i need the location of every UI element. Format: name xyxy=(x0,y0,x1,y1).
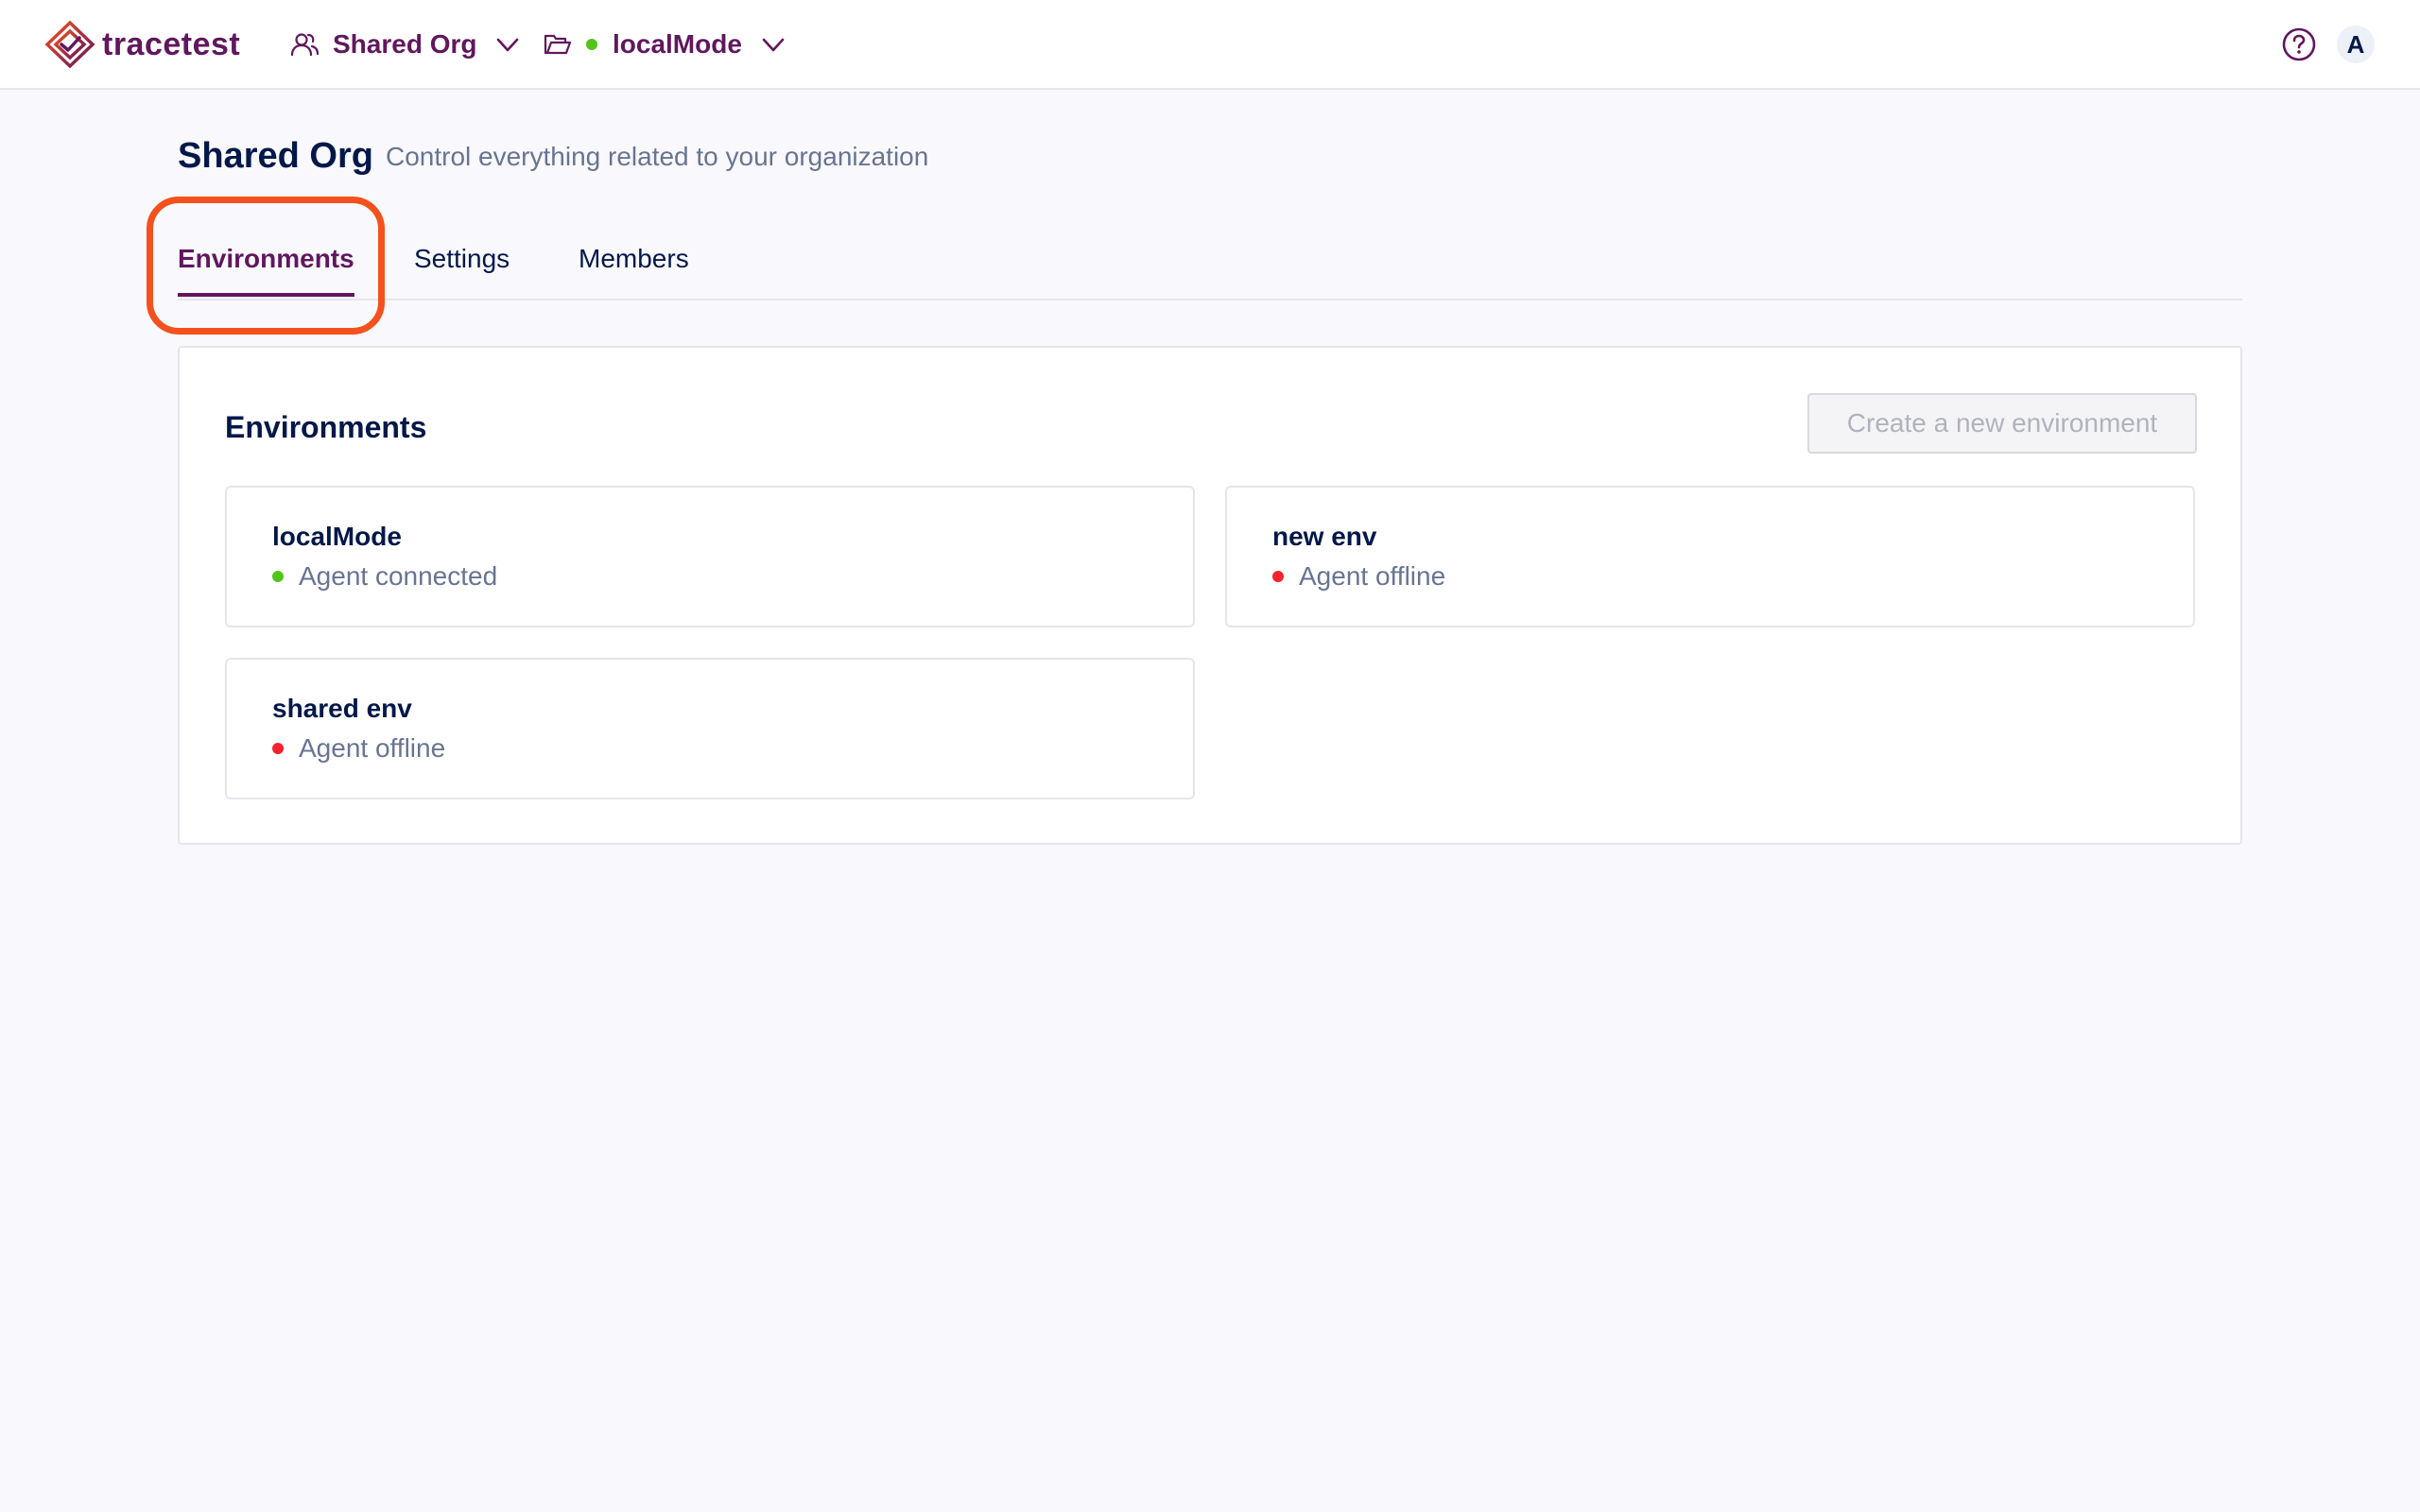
logo-text: tracetest xyxy=(102,26,241,62)
org-selector-label: Shared Org xyxy=(333,29,477,59)
users-icon xyxy=(290,33,320,57)
tab-settings[interactable]: Settings xyxy=(414,232,510,299)
settings-tabs: Environments Settings Members xyxy=(178,232,2242,301)
tab-members[interactable]: Members xyxy=(579,232,689,299)
status-dot-offline xyxy=(272,743,284,754)
environment-status: Agent connected xyxy=(272,558,497,595)
org-selector[interactable]: Shared Org xyxy=(289,19,522,70)
environment-selector[interactable]: localMode xyxy=(543,19,787,70)
tracetest-logo[interactable]: tracetest xyxy=(43,19,240,70)
environment-selector-label: localMode xyxy=(613,29,742,59)
environment-status-dot xyxy=(586,39,597,50)
status-dot-online xyxy=(272,571,284,582)
tab-environments[interactable]: Environments xyxy=(178,232,354,299)
environment-name: localMode xyxy=(272,522,402,551)
environment-name: shared env xyxy=(272,694,412,723)
environment-name: new env xyxy=(1272,522,1377,551)
environment-card-new-env[interactable]: new env Agent offline xyxy=(1225,486,2195,627)
create-environment-button[interactable]: Create a new environment xyxy=(1807,393,2197,454)
folder-open-icon xyxy=(544,34,572,55)
environment-card-shared-env[interactable]: shared env Agent offline xyxy=(225,658,1195,799)
environment-status-text: Agent connected xyxy=(299,561,498,591)
page-title: Shared Org xyxy=(178,136,373,176)
status-dot-offline xyxy=(1272,571,1284,582)
top-navbar: tracetest Shared Org localMode A xyxy=(0,0,2420,90)
chevron-down-icon xyxy=(762,38,785,52)
user-avatar[interactable]: A xyxy=(2337,26,2375,63)
environment-card-localmode[interactable]: localMode Agent connected xyxy=(225,486,1195,627)
panel-title: Environments xyxy=(225,410,427,444)
environment-status-text: Agent offline xyxy=(299,733,446,763)
tracetest-logo-icon xyxy=(44,20,95,69)
environment-status: Agent offline xyxy=(1272,558,1445,595)
environment-status-text: Agent offline xyxy=(1299,561,1446,591)
page-subtitle: Control everything related to your organ… xyxy=(386,142,929,171)
environment-status: Agent offline xyxy=(272,730,445,767)
environments-panel: Environments Create a new environment lo… xyxy=(178,346,2242,845)
chevron-down-icon xyxy=(497,38,519,52)
question-circle-icon[interactable] xyxy=(2280,26,2318,63)
